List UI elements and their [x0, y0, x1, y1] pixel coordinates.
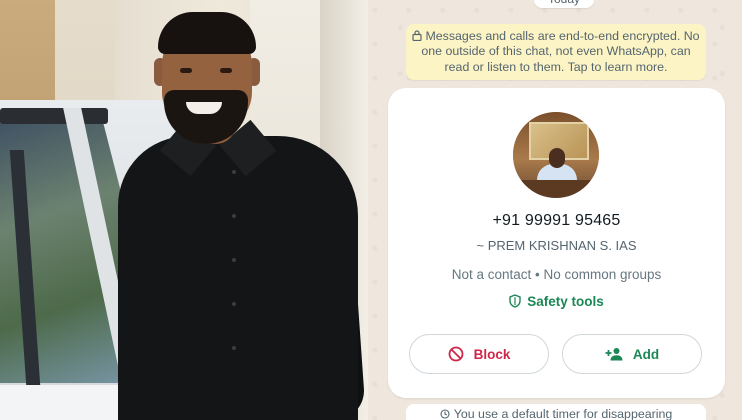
add-person-icon — [605, 348, 623, 361]
safety-tools-link[interactable]: Safety tools — [388, 294, 725, 309]
person-eye — [180, 68, 192, 73]
avatar[interactable] — [513, 112, 599, 198]
shirt-buttons — [232, 170, 236, 400]
encryption-notice[interactable]: Messages and calls are end-to-end encryp… — [406, 24, 706, 80]
safety-tools-label: Safety tools — [527, 294, 604, 309]
add-button[interactable]: Add — [562, 334, 702, 374]
timer-icon — [440, 409, 450, 419]
shield-icon — [509, 294, 521, 308]
add-label: Add — [632, 346, 660, 362]
contact-card: +91 99991 95465 ~ PREM KRISHNAN S. IAS N… — [388, 88, 725, 398]
contact-phone: +91 99991 95465 — [492, 212, 621, 229]
block-button[interactable]: Block — [409, 334, 549, 374]
encryption-notice-text: Messages and calls are end-to-end encryp… — [421, 28, 700, 74]
disappearing-timer-notice[interactable]: You use a default timer for disappearing — [406, 404, 706, 420]
block-icon — [448, 346, 464, 362]
contact-meta: Not a contact • No common groups — [451, 267, 662, 282]
window-frame — [0, 108, 108, 124]
person-torso — [118, 136, 358, 420]
person-eye — [220, 68, 232, 73]
contact-name: ~ PREM KRISHNAN S. IAS — [476, 238, 637, 253]
profile-photo — [0, 0, 368, 420]
chat-screen: Today Messages and calls are end-to-end … — [368, 0, 742, 420]
block-label: Block — [473, 346, 511, 362]
date-label: Today — [534, 0, 595, 8]
person-hair — [158, 12, 256, 54]
timer-notice-text: You use a default timer for disappearing — [453, 407, 673, 420]
lock-icon — [412, 30, 423, 41]
